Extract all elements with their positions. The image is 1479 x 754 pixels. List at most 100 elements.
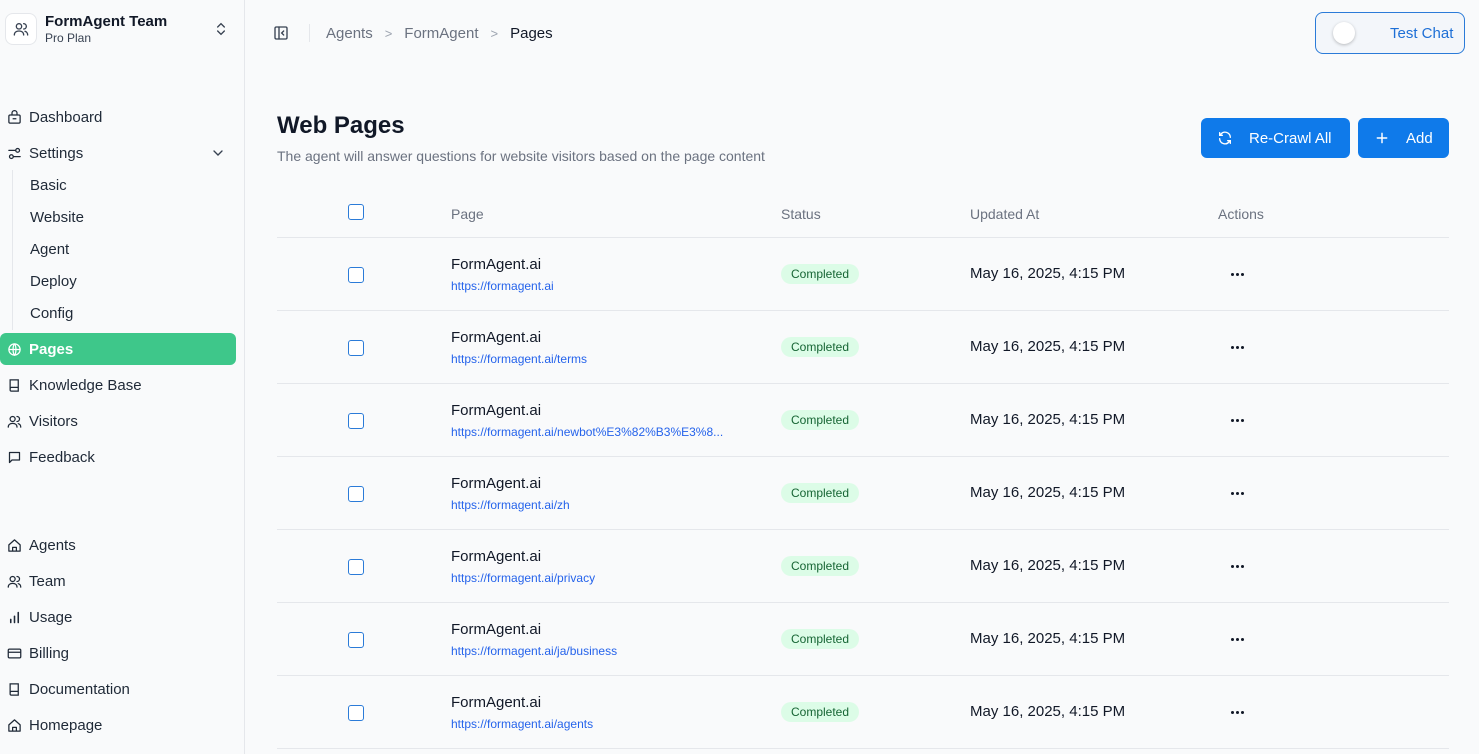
page-title-cell: FormAgent.ai — [451, 329, 542, 346]
header-divider — [309, 24, 310, 42]
sidebar-subitem-deploy[interactable]: Deploy — [30, 265, 77, 297]
page-url-link[interactable]: https://formagent.ai/newbot%E3%82%B3%E3%… — [451, 425, 723, 439]
page-title-cell: FormAgent.ai — [451, 475, 542, 492]
sidebar-item-documentation[interactable]: Documentation — [0, 673, 236, 705]
page-url-link[interactable]: https://formagent.ai/ja/business — [451, 644, 617, 658]
team-switcher[interactable]: FormAgent Team Pro Plan — [5, 8, 237, 50]
recrawl-all-button[interactable]: Re-Crawl All — [1201, 118, 1350, 158]
test-chat-label: Test Chat — [1390, 24, 1454, 42]
table-header: Page Status Updated At Actions — [277, 190, 1449, 238]
page-description: The agent will answer questions for webs… — [277, 148, 765, 164]
status-badge: Completed — [781, 264, 860, 284]
more-actions-icon[interactable] — [1227, 558, 1247, 574]
more-actions-icon[interactable] — [1227, 339, 1247, 355]
updated-at-cell: May 16, 2025, 4:15 PM — [970, 411, 1126, 428]
more-actions-icon[interactable] — [1227, 266, 1247, 282]
more-actions-icon[interactable] — [1227, 412, 1247, 428]
row-checkbox[interactable] — [348, 486, 364, 502]
users-icon — [6, 413, 22, 429]
sidebar-item-label: Documentation — [29, 680, 130, 698]
breadcrumb-pages: Pages — [510, 24, 553, 42]
row-checkbox[interactable] — [348, 559, 364, 575]
sidebar-item-visitors[interactable]: Visitors — [0, 405, 236, 437]
team-name: FormAgent Team — [45, 12, 168, 30]
sidebar-item-label: Knowledge Base — [29, 376, 142, 394]
team-icon — [5, 13, 37, 45]
select-all-checkbox[interactable] — [348, 204, 364, 220]
page-title-cell: FormAgent.ai — [451, 256, 542, 273]
toggle-knob — [1333, 22, 1355, 44]
message-icon — [6, 449, 22, 465]
sidebar-item-label: Team — [29, 572, 66, 590]
sidebar-item-dashboard[interactable]: Dashboard — [0, 101, 236, 133]
sidebar-item-homepage[interactable]: Homepage — [0, 709, 236, 741]
settings-sliders-icon — [6, 145, 22, 161]
sidebar-item-label: Feedback — [29, 448, 95, 466]
sidebar-item-label: Usage — [29, 608, 73, 626]
dashboard-icon — [6, 109, 22, 125]
sidebar-item-settings[interactable]: Settings — [0, 137, 236, 169]
sidebar-item-feedback[interactable]: Feedback — [0, 441, 236, 473]
sidebar-item-agents[interactable]: Agents — [0, 529, 236, 561]
more-actions-icon[interactable] — [1227, 485, 1247, 501]
status-badge: Completed — [781, 410, 860, 430]
breadcrumb-agents[interactable]: Agents — [326, 25, 373, 42]
row-checkbox[interactable] — [348, 632, 364, 648]
add-label: Add — [1406, 129, 1433, 147]
users-icon — [6, 573, 22, 589]
team-plan: Pro Plan — [45, 30, 92, 45]
page-url-link[interactable]: https://formagent.ai/agents — [451, 717, 593, 731]
page-url-link[interactable]: https://formagent.ai/zh — [451, 498, 570, 512]
sidebar: FormAgent Team Pro Plan Dashboard Settin… — [0, 0, 245, 754]
status-badge: Completed — [781, 556, 860, 576]
sidebar-item-billing[interactable]: Billing — [0, 637, 236, 669]
sidebar-subitem-website[interactable]: Website — [30, 201, 84, 233]
page-title-cell: FormAgent.ai — [451, 548, 542, 565]
sidebar-toggle-icon[interactable] — [273, 25, 289, 41]
chevron-updown-icon — [217, 22, 225, 36]
home-icon — [6, 537, 22, 553]
sidebar-item-label: Agents — [29, 536, 76, 554]
chevron-down-icon — [213, 150, 223, 156]
table-row: FormAgent.ai https://formagent.ai/ja/bus… — [277, 603, 1449, 676]
sidebar-item-label: Settings — [29, 144, 84, 162]
updated-at-cell: May 16, 2025, 4:15 PM — [970, 484, 1126, 501]
page-url-link[interactable]: https://formagent.ai/privacy — [451, 571, 595, 585]
updated-at-cell: May 16, 2025, 4:15 PM — [970, 265, 1126, 282]
row-checkbox[interactable] — [348, 340, 364, 356]
sidebar-item-pages[interactable]: Pages — [0, 333, 236, 365]
table-row: FormAgent.ai https://formagent.ai/agents… — [277, 676, 1449, 749]
sidebar-item-team[interactable]: Team — [0, 565, 236, 597]
table-row: FormAgent.ai https://formagent.ai/privac… — [277, 530, 1449, 603]
page-url-link[interactable]: https://formagent.ai/terms — [451, 352, 587, 366]
recrawl-label: Re-Crawl All — [1249, 129, 1332, 147]
column-header-actions: Actions — [1218, 206, 1264, 222]
credit-card-icon — [6, 645, 22, 661]
table-row: FormAgent.ai https://formagent.ai/newbot… — [277, 384, 1449, 457]
sidebar-subitem-basic[interactable]: Basic — [30, 169, 67, 201]
test-chat-toggle[interactable]: Test Chat — [1315, 12, 1465, 54]
sidebar-subitem-config[interactable]: Config — [30, 297, 73, 329]
column-header-page: Page — [451, 206, 484, 222]
sidebar-item-label: Billing — [29, 644, 70, 662]
sidebar-item-usage[interactable]: Usage — [0, 601, 236, 633]
add-page-button[interactable]: Add — [1358, 118, 1449, 158]
breadcrumb-formagent[interactable]: FormAgent — [404, 25, 478, 42]
page-url-link[interactable]: https://formagent.ai — [451, 279, 554, 293]
more-actions-icon[interactable] — [1227, 704, 1247, 720]
sidebar-subitem-agent[interactable]: Agent — [30, 233, 69, 265]
page-title: Web Pages — [277, 112, 405, 139]
sidebar-item-label: Dashboard — [29, 108, 103, 126]
plus-icon — [1374, 130, 1390, 146]
page-title-cell: FormAgent.ai — [451, 402, 542, 419]
more-actions-icon[interactable] — [1227, 631, 1247, 647]
row-checkbox[interactable] — [348, 267, 364, 283]
submenu-line — [12, 170, 13, 330]
sidebar-item-label: Pages — [29, 340, 74, 358]
status-badge: Completed — [781, 483, 860, 503]
book-icon — [6, 377, 22, 393]
updated-at-cell: May 16, 2025, 4:15 PM — [970, 557, 1126, 574]
sidebar-item-knowledge-base[interactable]: Knowledge Base — [0, 369, 236, 401]
row-checkbox[interactable] — [348, 705, 364, 721]
row-checkbox[interactable] — [348, 413, 364, 429]
